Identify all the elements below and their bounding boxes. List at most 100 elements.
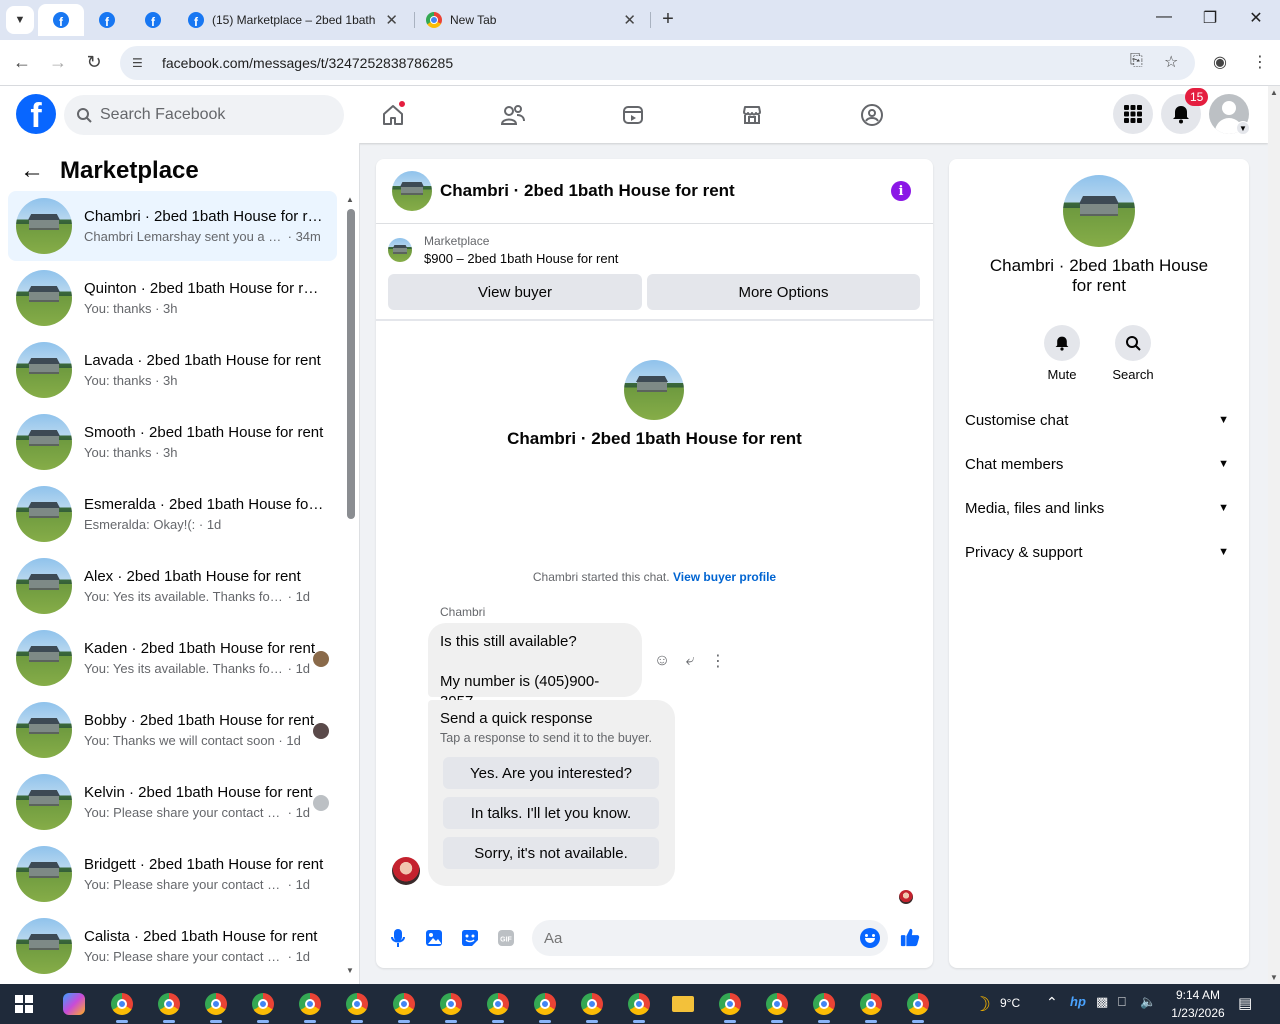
conversation-item[interactable]: Kelvin · 2bed 1bath House for rent You: P…: [8, 767, 337, 837]
close-window-button[interactable]: ✕: [1244, 8, 1268, 28]
conversation-item[interactable]: Bridgett · 2bed 1bath House for rent You:…: [8, 839, 337, 909]
media-files-links-section[interactable]: Media, files and links ▼: [965, 490, 1233, 526]
clock-time[interactable]: 9:14 AM: [1170, 988, 1226, 1002]
nav-gaming[interactable]: [857, 100, 887, 130]
voice-clip-button[interactable]: [388, 928, 408, 948]
reply-icon[interactable]: ⤶: [680, 651, 700, 671]
scroll-up-icon[interactable]: ▲: [1270, 88, 1278, 97]
chrome-window-button[interactable]: [390, 990, 418, 1023]
scroll-down-icon[interactable]: ▼: [346, 966, 354, 975]
chrome-window-button[interactable]: [484, 990, 512, 1023]
chrome-window-button[interactable]: [857, 990, 885, 1023]
site-info-icon[interactable]: ☰: [132, 56, 148, 70]
nav-video[interactable]: [618, 100, 648, 130]
weather-temperature[interactable]: 9°C: [1000, 996, 1020, 1010]
weather-widget[interactable]: ☽: [968, 990, 996, 1018]
forward-button[interactable]: →: [46, 52, 70, 73]
conversation-item[interactable]: Calista · 2bed 1bath House for rent You: …: [8, 911, 337, 981]
listing-row[interactable]: Marketplace $900 – 2bed 1bath House for …: [388, 234, 618, 266]
view-buyer-button[interactable]: View buyer: [388, 274, 642, 310]
menu-button[interactable]: [1113, 94, 1153, 134]
device-icon[interactable]: ▩: [1096, 994, 1108, 1010]
nav-friends[interactable]: [498, 100, 528, 130]
browser-menu-icon[interactable]: ⋮: [1252, 52, 1268, 72]
conversation-item[interactable]: Esmeralda · 2bed 1bath House for rent Esm…: [8, 479, 337, 549]
conversation-item[interactable]: Smooth · 2bed 1bath House for rent You: t…: [8, 407, 337, 477]
close-tab-icon[interactable]: ✕: [385, 11, 398, 29]
conversation-item[interactable]: Bobby · 2bed 1bath House for rent You: Th…: [8, 695, 337, 765]
tab-search-dropdown[interactable]: ▼: [6, 6, 34, 34]
back-button[interactable]: ←: [10, 52, 34, 73]
more-options-button[interactable]: More Options: [647, 274, 920, 310]
chat-title[interactable]: Chambri · 2bed 1bath House for rent: [440, 181, 735, 201]
volume-icon[interactable]: 🔈: [1140, 994, 1156, 1010]
tab-new-tab[interactable]: New Tab ✕: [416, 4, 646, 36]
quick-reply-not-available-button[interactable]: Sorry, it's not available.: [443, 837, 659, 869]
listing-avatar[interactable]: [392, 171, 432, 211]
url-text[interactable]: facebook.com/messages/t/3247252838786285: [162, 55, 453, 71]
chrome-window-button[interactable]: [155, 990, 183, 1023]
view-buyer-profile-link[interactable]: View buyer profile: [673, 570, 776, 584]
show-hidden-icons-chevron-icon[interactable]: ⌃: [1046, 994, 1058, 1011]
facebook-logo-icon[interactable]: f: [16, 94, 56, 134]
conversation-item[interactable]: Kaden · 2bed 1bath House for rent You: Ye…: [8, 623, 337, 693]
sidebar-scrollbar[interactable]: ▲ ▼: [346, 195, 356, 975]
scroll-down-icon[interactable]: ▼: [1270, 973, 1278, 982]
chrome-window-button[interactable]: [625, 990, 653, 1023]
quick-reply-yes-button[interactable]: Yes. Are you interested?: [443, 757, 659, 789]
incoming-message-bubble[interactable]: Is this still available? My number is (4…: [428, 623, 642, 710]
scroll-up-icon[interactable]: ▲: [346, 195, 354, 204]
message-input[interactable]: [532, 920, 888, 956]
chrome-window-button[interactable]: [810, 990, 838, 1023]
chrome-window-button[interactable]: [343, 990, 371, 1023]
nav-home[interactable]: [378, 100, 408, 130]
chrome-window-button[interactable]: [904, 990, 932, 1023]
gif-button[interactable]: GIF: [496, 928, 516, 948]
attach-photo-button[interactable]: [424, 928, 444, 948]
sender-avatar[interactable]: [392, 857, 420, 885]
chat-members-section[interactable]: Chat members ▼: [965, 446, 1233, 482]
nav-marketplace[interactable]: [737, 100, 767, 130]
close-tab-icon[interactable]: ✕: [623, 11, 636, 29]
conversation-item[interactable]: Lavada · 2bed 1bath House for rent You: t…: [8, 335, 337, 405]
copilot-button[interactable]: [60, 990, 88, 1018]
emoji-icon[interactable]: [860, 928, 880, 948]
quick-reply-in-talks-button[interactable]: In talks. I'll let you know.: [443, 797, 659, 829]
chrome-window-button[interactable]: [249, 990, 277, 1023]
reload-button[interactable]: ↻: [82, 52, 106, 73]
chrome-window-button[interactable]: [531, 990, 559, 1023]
new-tab-button[interactable]: +: [656, 8, 680, 31]
minimize-button[interactable]: —: [1152, 8, 1176, 26]
notification-center-icon[interactable]: ▤: [1238, 994, 1252, 1012]
customise-chat-section[interactable]: Customise chat ▼: [965, 402, 1233, 438]
page-scrollbar[interactable]: ▲ ▼: [1268, 86, 1280, 984]
tab-facebook-pinned-2[interactable]: f: [84, 4, 130, 36]
back-arrow-icon[interactable]: ←: [20, 157, 44, 185]
conversation-item[interactable]: Alex · 2bed 1bath House for rent You: Yes…: [8, 551, 337, 621]
more-actions-icon[interactable]: ⋮: [708, 651, 728, 671]
conversation-item[interactable]: Quinton · 2bed 1bath House for rent You: …: [8, 263, 337, 333]
tab-marketplace[interactable]: f (15) Marketplace – 2bed 1bath ✕: [178, 4, 408, 36]
clock-date[interactable]: 1/23/2026: [1166, 1006, 1230, 1020]
tab-facebook-pinned-3[interactable]: f: [130, 4, 176, 36]
address-bar[interactable]: ☰ facebook.com/messages/t/32472528387862…: [120, 46, 1195, 80]
scrollbar-thumb[interactable]: [347, 209, 355, 519]
install-app-icon[interactable]: ⎘: [1130, 52, 1143, 70]
start-button[interactable]: [10, 990, 38, 1018]
sticker-button[interactable]: [460, 928, 480, 948]
file-explorer-button[interactable]: [669, 990, 697, 1018]
chevron-down-icon[interactable]: ▼: [1236, 121, 1250, 135]
privacy-support-section[interactable]: Privacy & support ▼: [965, 534, 1233, 570]
network-icon[interactable]: ⎕: [1118, 994, 1126, 1010]
conversation-item[interactable]: Chambri · 2bed 1bath House for rent Chamb…: [8, 191, 337, 261]
mute-button[interactable]: Mute: [1032, 325, 1092, 382]
profile-icon[interactable]: ◉: [1213, 52, 1227, 72]
chrome-window-button[interactable]: [578, 990, 606, 1023]
chrome-window-button[interactable]: [437, 990, 465, 1023]
restore-button[interactable]: ❐: [1198, 8, 1222, 28]
bookmark-star-icon[interactable]: ☆: [1164, 52, 1178, 72]
facebook-search-input[interactable]: Search Facebook: [64, 95, 344, 135]
chrome-window-button[interactable]: [296, 990, 324, 1023]
hp-icon[interactable]: hp: [1070, 994, 1086, 1009]
chrome-window-button[interactable]: [716, 990, 744, 1023]
